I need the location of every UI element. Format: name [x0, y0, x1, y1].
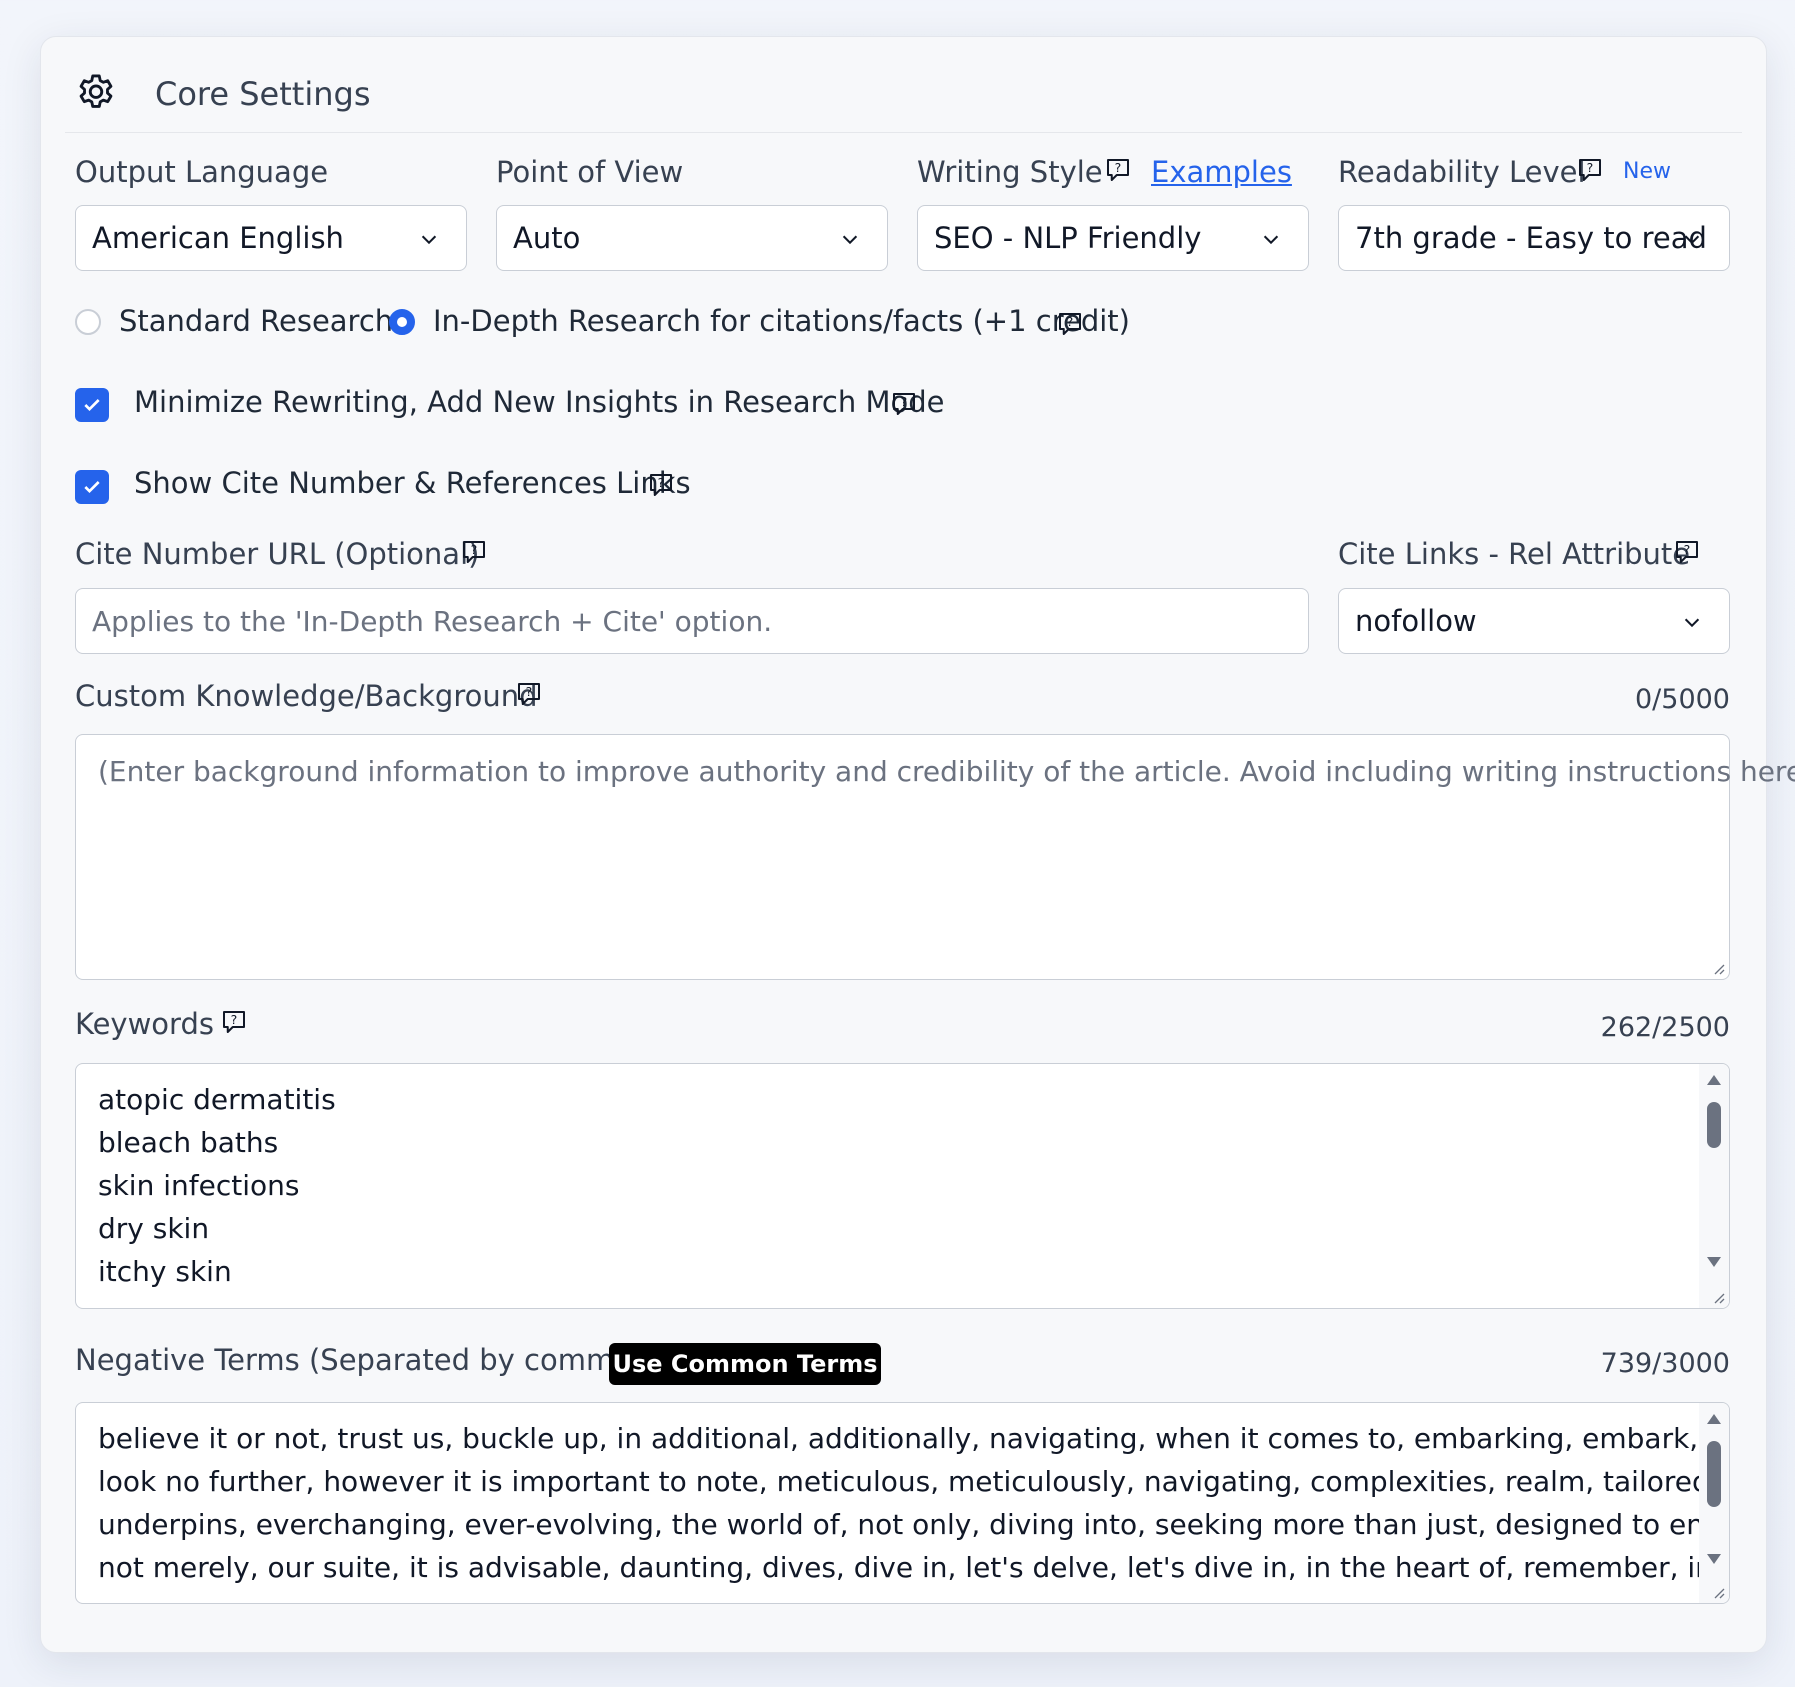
- minimize-rewriting-label: Minimize Rewriting, Add New Insights in …: [134, 385, 945, 419]
- cite-rel-select[interactable]: nofollow: [1338, 588, 1730, 654]
- output-language-select[interactable]: American English: [75, 205, 467, 271]
- point-of-view-value: Auto: [513, 221, 581, 255]
- examples-link[interactable]: Examples: [1151, 155, 1292, 189]
- scroll-up-icon[interactable]: [1706, 1074, 1722, 1086]
- cite-rel-value: nofollow: [1355, 604, 1477, 638]
- keywords-scrollbar[interactable]: [1699, 1064, 1729, 1308]
- help-icon[interactable]: ?: [1055, 309, 1085, 339]
- svg-text:?: ?: [658, 475, 665, 490]
- use-common-terms-button[interactable]: Use Common Terms: [609, 1343, 881, 1385]
- readability-value: 7th grade - Easy to read: [1355, 221, 1707, 255]
- negative-terms-line: underpins, everchanging, ever-evolving, …: [98, 1508, 1730, 1541]
- writing-style-label: Writing Style: [917, 155, 1103, 189]
- cite-rel-label: Cite Links - Rel Attribute: [1338, 537, 1691, 571]
- new-badge: New: [1623, 159, 1671, 184]
- chevron-down-icon: [1684, 235, 1700, 245]
- help-icon[interactable]: ?: [889, 389, 919, 419]
- show-cite-label: Show Cite Number & References Links: [134, 466, 691, 500]
- indepth-research-label: In-Depth Research for citations/facts (+…: [433, 304, 1130, 338]
- negative-terms-line: believe it or not, trust us, buckle up, …: [98, 1422, 1730, 1455]
- svg-text:?: ?: [1684, 542, 1691, 557]
- chevron-down-icon: [1263, 235, 1279, 245]
- custom-knowledge-placeholder: (Enter background information to improve…: [98, 755, 1795, 788]
- gear-icon: [79, 74, 113, 108]
- help-icon[interactable]: ?: [1103, 155, 1133, 185]
- cite-url-placeholder: Applies to the 'In-Depth Research + Cite…: [92, 605, 773, 638]
- indepth-research-radio[interactable]: [389, 309, 415, 335]
- header-divider: [65, 132, 1742, 133]
- resize-handle-icon[interactable]: [1711, 1585, 1725, 1599]
- keywords-textarea[interactable]: atopic dermatitis bleach baths skin infe…: [75, 1063, 1730, 1309]
- point-of-view-label: Point of View: [496, 155, 684, 189]
- svg-text:?: ?: [901, 394, 908, 409]
- negative-terms-scrollbar[interactable]: [1699, 1403, 1729, 1603]
- resize-handle-icon[interactable]: [1711, 961, 1725, 975]
- show-cite-checkbox[interactable]: [75, 470, 109, 504]
- standard-research-label: Standard Research: [119, 304, 394, 338]
- checkmark-icon: [84, 481, 100, 494]
- minimize-rewriting-checkbox[interactable]: [75, 388, 109, 422]
- negative-terms-content: believe it or not, trust us, buckle up, …: [98, 1417, 1730, 1589]
- point-of-view-select[interactable]: Auto: [496, 205, 888, 271]
- negative-terms-label: Negative Terms (Separated by commas): [75, 1343, 659, 1377]
- keywords-count: 262/2500: [1600, 1012, 1730, 1043]
- help-icon[interactable]: ?: [459, 537, 489, 567]
- output-language-label: Output Language: [75, 155, 329, 189]
- cite-url-input[interactable]: Applies to the 'In-Depth Research + Cite…: [75, 588, 1309, 654]
- negative-terms-line: look no further, however it is important…: [98, 1465, 1730, 1498]
- keywords-content: atopic dermatitis bleach baths skin infe…: [98, 1078, 336, 1293]
- keyword-line: itchy skin: [98, 1255, 232, 1288]
- card-title: Core Settings: [155, 75, 371, 113]
- keywords-label: Keywords: [75, 1007, 214, 1041]
- help-icon[interactable]: ?: [1672, 537, 1702, 567]
- keyword-line: bleach baths: [98, 1126, 279, 1159]
- chevron-down-icon: [421, 235, 437, 245]
- readability-label: Readability Level: [1338, 155, 1586, 189]
- writing-style-value: SEO - NLP Friendly: [934, 221, 1202, 255]
- negative-terms-count: 739/3000: [1600, 1348, 1730, 1379]
- keyword-line: skin infections: [98, 1169, 300, 1202]
- help-icon[interactable]: ?: [219, 1007, 249, 1037]
- checkmark-icon: [84, 399, 100, 412]
- svg-text:?: ?: [1067, 314, 1074, 329]
- help-icon[interactable]: ?: [646, 470, 676, 500]
- resize-handle-icon[interactable]: [1711, 1290, 1725, 1304]
- help-icon[interactable]: ?: [514, 679, 544, 709]
- custom-knowledge-textarea[interactable]: (Enter background information to improve…: [75, 734, 1795, 980]
- negative-terms-textarea[interactable]: believe it or not, trust us, buckle up, …: [75, 1402, 1730, 1604]
- scroll-up-icon[interactable]: [1706, 1413, 1722, 1425]
- scrollbar-thumb[interactable]: [1707, 1441, 1721, 1507]
- keyword-line: dry skin: [98, 1212, 210, 1245]
- readability-select[interactable]: 7th grade - Easy to read: [1338, 205, 1730, 271]
- chevron-down-icon: [842, 235, 858, 245]
- scroll-down-icon[interactable]: [1706, 1553, 1722, 1565]
- svg-text:?: ?: [1587, 160, 1594, 175]
- svg-text:?: ?: [231, 1012, 238, 1027]
- scroll-down-icon[interactable]: [1706, 1256, 1722, 1268]
- output-language-value: American English: [92, 221, 344, 255]
- custom-knowledge-count: 0/5000: [1635, 684, 1730, 715]
- help-icon[interactable]: ?: [1575, 155, 1605, 185]
- svg-text:?: ?: [1115, 160, 1122, 175]
- core-settings-card: Core Settings Output Language Point of V…: [40, 36, 1795, 1653]
- svg-text:?: ?: [471, 542, 478, 557]
- cite-url-label: Cite Number URL (Optional): [75, 537, 480, 571]
- svg-text:?: ?: [526, 684, 533, 699]
- keyword-line: atopic dermatitis: [98, 1083, 336, 1116]
- custom-knowledge-label: Custom Knowledge/Background: [75, 679, 538, 713]
- writing-style-select[interactable]: SEO - NLP Friendly: [917, 205, 1309, 271]
- negative-terms-line: not merely, our suite, it is advisable, …: [98, 1551, 1730, 1584]
- chevron-down-icon: [1684, 618, 1700, 628]
- scrollbar-thumb[interactable]: [1707, 1102, 1721, 1148]
- standard-research-radio[interactable]: [75, 309, 101, 335]
